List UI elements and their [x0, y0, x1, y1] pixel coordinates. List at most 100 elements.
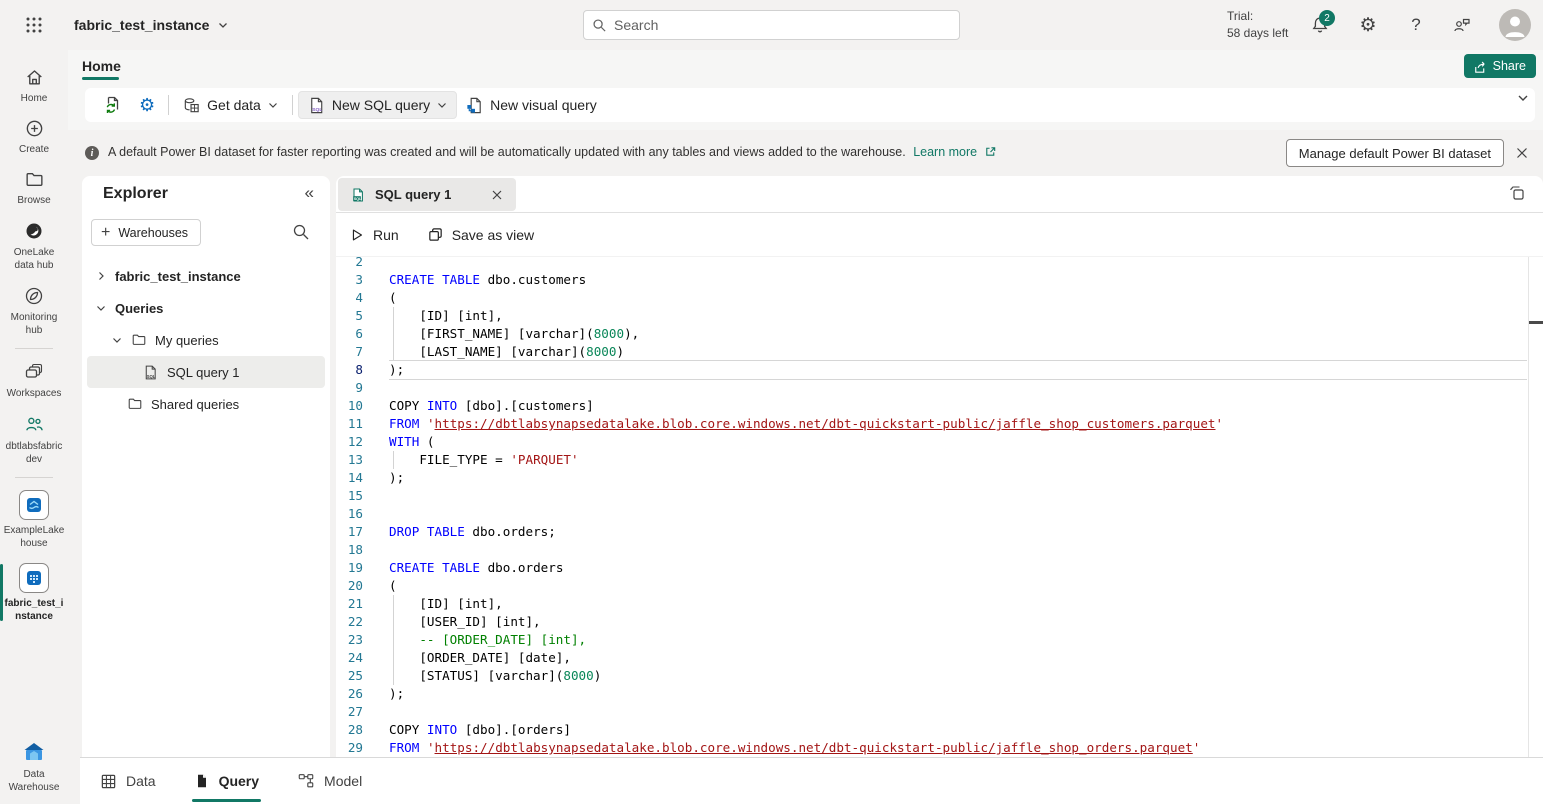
- monitoring-icon: [23, 285, 45, 307]
- toolbar-expand-button[interactable]: [1515, 90, 1531, 106]
- tab-sql-query-1[interactable]: SQL SQL query 1: [338, 178, 516, 211]
- new-sql-query-button[interactable]: SQL New SQL query: [298, 91, 457, 119]
- workspace-switcher[interactable]: fabric_test_instance: [74, 0, 229, 50]
- tab-close-button[interactable]: [488, 186, 506, 204]
- code-line[interactable]: [USER_ID] [int],: [389, 613, 1527, 631]
- code-line[interactable]: [389, 487, 1527, 505]
- code-line[interactable]: FROM 'https://dbtlabsynapsedatalake.blob…: [389, 415, 1527, 433]
- tree-item-queries[interactable]: Queries: [82, 292, 330, 324]
- code-line[interactable]: );: [389, 469, 1527, 487]
- code-line[interactable]: -- [ORDER_DATE] [int],: [389, 631, 1527, 649]
- app-launcher-button[interactable]: [20, 11, 48, 39]
- tree-item-shared-queries[interactable]: Shared queries: [82, 388, 330, 420]
- code-line[interactable]: COPY INTO [dbo].[orders]: [389, 721, 1527, 739]
- account-avatar[interactable]: [1499, 9, 1531, 41]
- tree-item-label: SQL query 1: [167, 365, 240, 380]
- search-input[interactable]: [614, 17, 951, 33]
- new-visual-query-button[interactable]: New visual query: [457, 91, 605, 119]
- editor-scrollbar[interactable]: [1528, 257, 1543, 757]
- code-line[interactable]: [ORDER_DATE] [date],: [389, 649, 1527, 667]
- learn-more-link[interactable]: Learn more: [913, 145, 977, 159]
- code-line[interactable]: [ID] [int],: [389, 307, 1527, 325]
- save-as-view-button[interactable]: Save as view: [427, 226, 534, 243]
- tab-data[interactable]: Data: [100, 758, 156, 804]
- chevron-right-icon: [95, 270, 107, 282]
- add-warehouses-button[interactable]: + Warehouses: [91, 219, 201, 246]
- code-line[interactable]: (: [389, 289, 1527, 307]
- plus-icon: +: [101, 224, 110, 242]
- toolbar-band: ⚙ Get data: [68, 81, 1543, 130]
- sidebar-item-fabric-test-instance[interactable]: fabric_test_instance: [0, 556, 68, 629]
- code-line[interactable]: FROM 'https://dbtlabsynapsedatalake.blob…: [389, 739, 1527, 757]
- banner-close-button[interactable]: [1512, 143, 1532, 163]
- code-line[interactable]: );: [389, 361, 1527, 379]
- share-button[interactable]: Share: [1464, 54, 1536, 78]
- tree-item-warehouse[interactable]: fabric_test_instance: [82, 260, 330, 292]
- code-line[interactable]: WITH (: [389, 433, 1527, 451]
- sidebar-item-label: fabric_test_instance: [3, 597, 65, 623]
- notifications-button[interactable]: 2: [1304, 9, 1336, 41]
- get-data-button[interactable]: Get data: [174, 91, 287, 119]
- banner-message: A default Power BI dataset for faster re…: [108, 145, 997, 159]
- global-search: [583, 10, 960, 40]
- sidebar-item-data-warehouse[interactable]: Data Warehouse: [0, 733, 68, 800]
- code-line[interactable]: [FIRST_NAME] [varchar](8000),: [389, 325, 1527, 343]
- sidebar-item-dbtlabsfabricdev[interactable]: dbtlabsfabricdev: [0, 406, 68, 472]
- sidebar-item-monitoring-hub[interactable]: Monitoring hub: [0, 278, 68, 343]
- code-line[interactable]: DROP TABLE dbo.orders;: [389, 523, 1527, 541]
- trial-status: Trial: 58 days left: [1227, 8, 1288, 42]
- code-line[interactable]: FILE_TYPE = 'PARQUET': [389, 451, 1527, 469]
- sidebar-item-browse[interactable]: Browse: [0, 162, 68, 213]
- run-button[interactable]: Run: [349, 227, 399, 243]
- tab-home[interactable]: Home: [82, 50, 121, 81]
- code-line[interactable]: [STATUS] [varchar](8000): [389, 667, 1527, 685]
- code-line[interactable]: (: [389, 577, 1527, 595]
- share-button-label: Share: [1493, 59, 1526, 73]
- feedback-button[interactable]: [1446, 9, 1478, 41]
- refresh-document-button[interactable]: [95, 91, 131, 119]
- toolbar-divider: [292, 95, 293, 115]
- manage-default-dataset-button[interactable]: Manage default Power BI dataset: [1286, 139, 1504, 167]
- explorer-search-button[interactable]: [292, 223, 312, 243]
- code-line[interactable]: [389, 505, 1527, 523]
- folder-icon: [131, 332, 147, 348]
- left-nav-rail: Home Create Browse OneLake data hub: [0, 50, 68, 804]
- query-panel: SQL SQL query 1: [336, 176, 1543, 757]
- code-line[interactable]: );: [389, 685, 1527, 703]
- data-grid-icon: [100, 773, 117, 790]
- code-line[interactable]: [ID] [int],: [389, 595, 1527, 613]
- code-line[interactable]: [389, 379, 1527, 397]
- copy-button[interactable]: [1507, 184, 1529, 206]
- tab-model[interactable]: Model: [297, 758, 362, 804]
- sql-code-editor[interactable]: 2345678910111213141516171819202122232425…: [336, 257, 1543, 757]
- sidebar-item-home[interactable]: Home: [0, 60, 68, 111]
- bottom-view-switcher: Data Query Model: [80, 757, 1543, 804]
- tree-item-sql-query-1[interactable]: SQL SQL query 1: [87, 356, 325, 388]
- code-line[interactable]: [389, 541, 1527, 559]
- get-data-label: Get data: [207, 97, 261, 113]
- tree-item-my-queries[interactable]: My queries: [82, 324, 330, 356]
- code-line[interactable]: [389, 257, 1527, 271]
- code-line[interactable]: CREATE TABLE dbo.customers: [389, 271, 1527, 289]
- settings-button[interactable]: ⚙: [1352, 9, 1384, 41]
- sidebar-item-create[interactable]: Create: [0, 111, 68, 162]
- sidebar-item-examplelakehouse[interactable]: ExampleLakehouse: [0, 483, 68, 556]
- sidebar-item-onelake-data-hub[interactable]: OneLake data hub: [0, 213, 68, 278]
- code-line[interactable]: COPY INTO [dbo].[customers]: [389, 397, 1527, 415]
- notification-badge: 2: [1319, 10, 1335, 26]
- sidebar-item-label: Create: [19, 143, 49, 156]
- code-line[interactable]: CREATE TABLE dbo.orders: [389, 559, 1527, 577]
- code-line[interactable]: [LAST_NAME] [varchar](8000): [389, 343, 1527, 361]
- help-button[interactable]: ?: [1400, 9, 1432, 41]
- query-settings-button[interactable]: ⚙: [131, 91, 163, 119]
- sidebar-item-workspaces[interactable]: Workspaces: [0, 354, 68, 406]
- external-link-icon[interactable]: [984, 145, 997, 158]
- collapse-panel-button[interactable]: «: [305, 183, 314, 203]
- sidebar-item-label: OneLake data hub: [3, 246, 65, 272]
- visual-query-document-icon: [465, 96, 484, 115]
- sidebar-item-label: Monitoring hub: [3, 311, 65, 337]
- scrollbar-cursor-marker: [1529, 321, 1543, 324]
- code-line[interactable]: [389, 703, 1527, 721]
- settings-gear-icon: ⚙: [139, 95, 155, 116]
- tab-query[interactable]: Query: [194, 758, 259, 804]
